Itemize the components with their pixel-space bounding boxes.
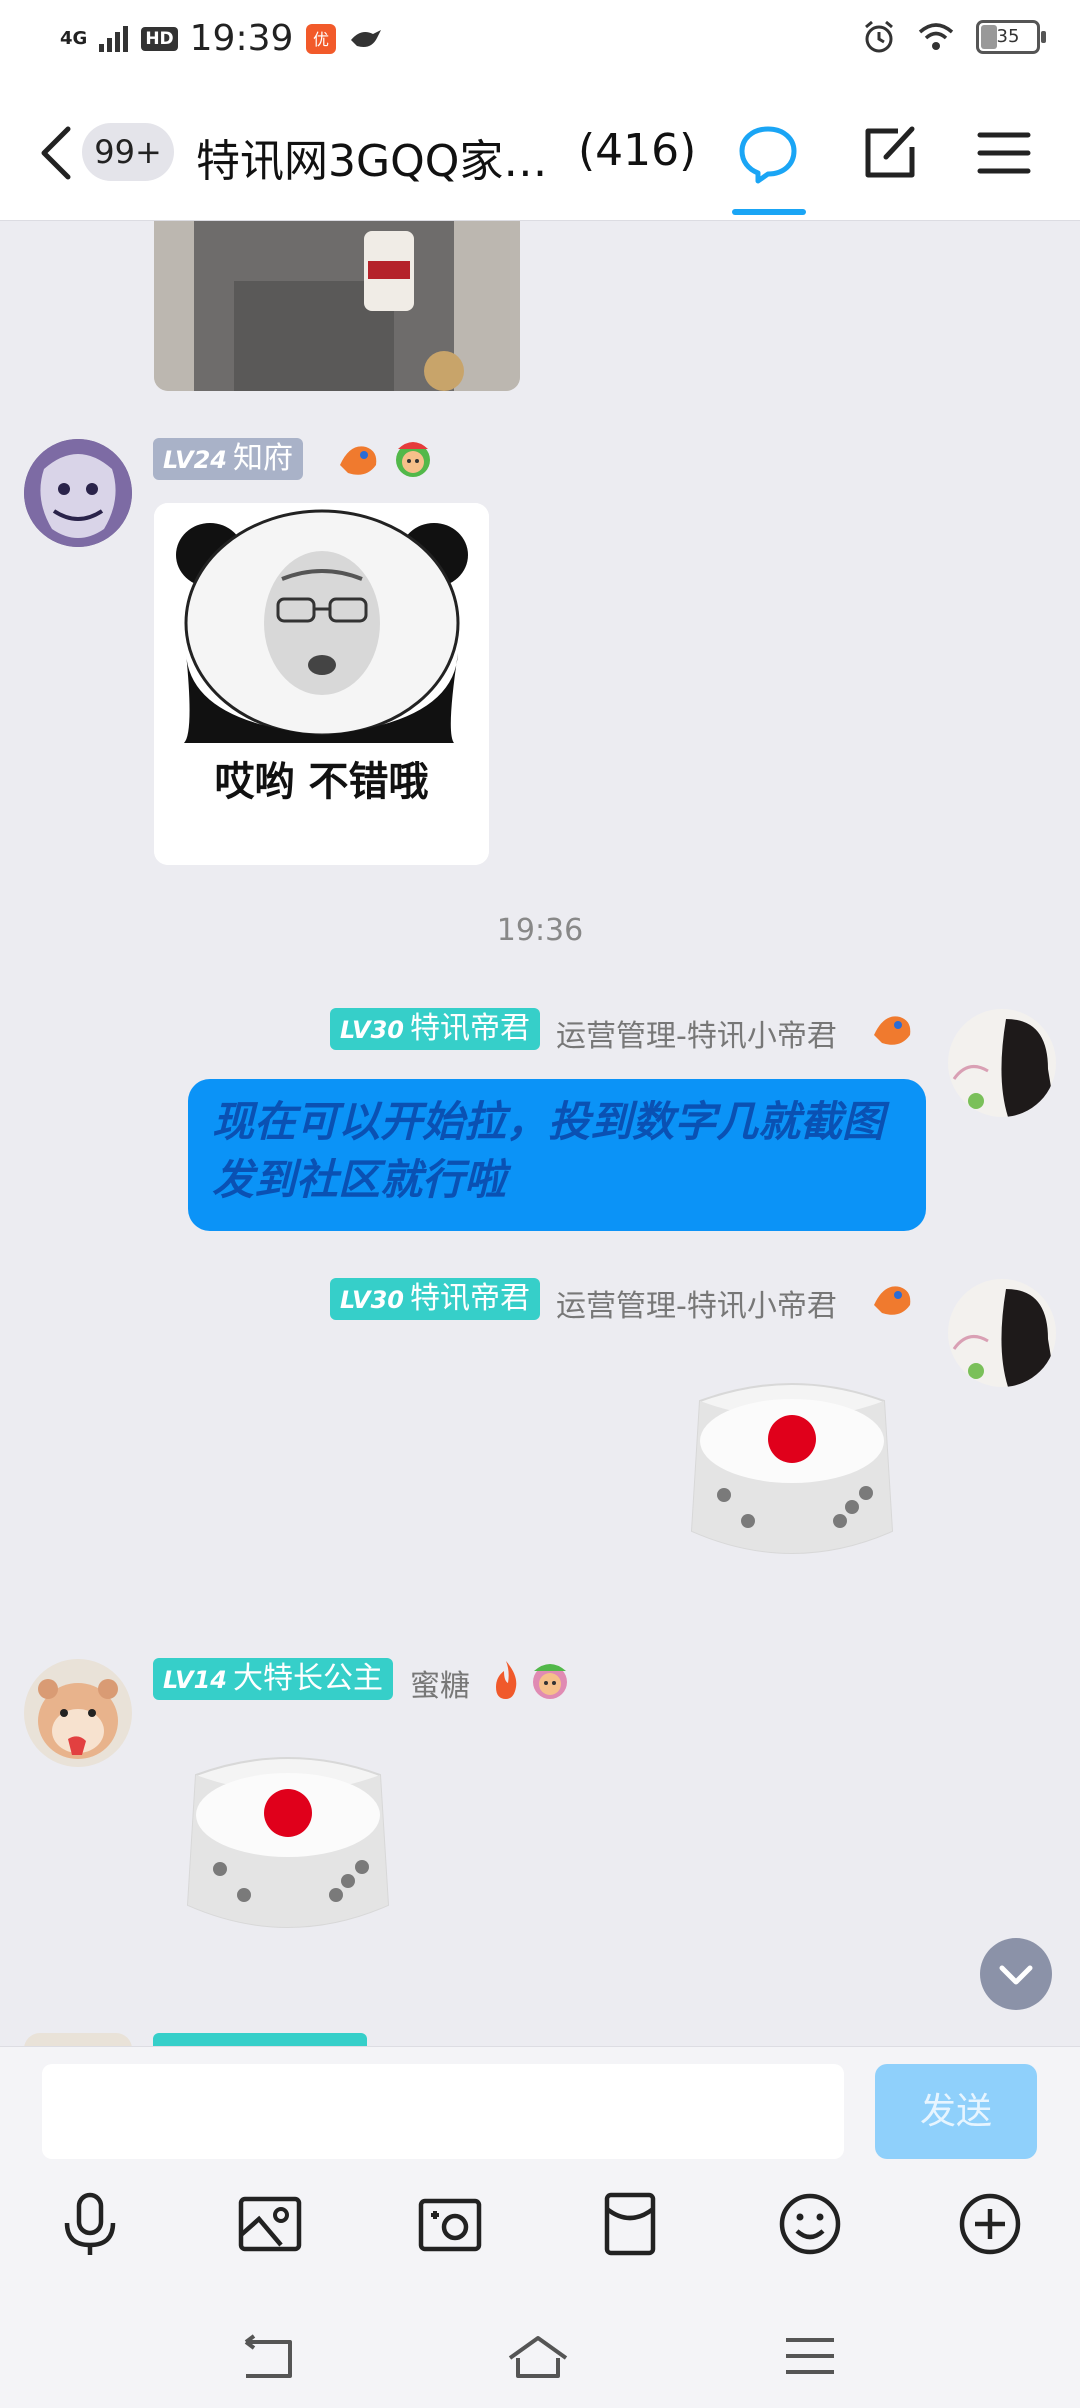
member-level-badge: LV30 特讯帝君: [330, 1278, 540, 1320]
status-time: 19:39: [189, 18, 294, 59]
sender-name[interactable]: 运营管理-特讯小帝君: [556, 1011, 837, 1055]
level-text: LV30: [340, 1286, 404, 1314]
emoji-icon[interactable]: [775, 2189, 845, 2259]
fire-icon: [496, 1661, 517, 1699]
hamster-avatar-image: [24, 1659, 132, 1767]
dragon-badge-icon: [874, 1286, 911, 1315]
app-notification-icon: 优: [306, 23, 337, 54]
plus-icon[interactable]: [955, 2189, 1025, 2259]
face-badge-icon: [533, 1664, 567, 1699]
edit-note-icon[interactable]: [858, 121, 922, 185]
message-list[interactable]: LV24 知府 哎哟 不错哦 19:36 LV30 特讯帝君 运营管理-特讯小帝君: [0, 221, 1080, 2046]
level-text: LV14: [163, 1666, 227, 1694]
sticker-caption: 哎哟 不错哦: [214, 759, 429, 805]
chat-bubble-icon[interactable]: [736, 121, 800, 185]
menu-icon[interactable]: [972, 121, 1036, 185]
svg-text:优: 优: [313, 30, 329, 49]
send-button[interactable]: 发送: [875, 2064, 1037, 2159]
message-text: 现在可以开始拉，投到数字几就截图发到社区就行啦: [212, 1097, 885, 1204]
sender-name[interactable]: 蜜糖: [410, 1661, 470, 1705]
sticker-message[interactable]: 哎哟 不错哦: [154, 503, 489, 865]
network-type: 4G: [60, 27, 88, 49]
user-avatar-image: [948, 1009, 1056, 1117]
avatar[interactable]: [948, 1009, 1056, 1117]
status-right: 35: [862, 20, 1046, 54]
avatar[interactable]: [24, 439, 132, 547]
unread-count-badge[interactable]: 99+: [82, 123, 174, 181]
alarm-icon: [865, 20, 893, 53]
hd-badge: HD: [141, 26, 178, 51]
image-icon[interactable]: [235, 2189, 305, 2259]
status-left: 4G HD 19:39 优: [60, 18, 383, 59]
member-count[interactable]: (416): [578, 125, 696, 176]
avatar[interactable]: [948, 1279, 1056, 1387]
camera-icon[interactable]: [415, 2189, 485, 2259]
chevron-down-icon: [999, 1965, 1033, 1985]
level-title: 大特长公主: [232, 1661, 383, 1696]
bird-icon: [351, 29, 382, 47]
photo-thumbnail: [154, 221, 520, 391]
dice-icon[interactable]: [680, 1361, 904, 1585]
level-title: 知府: [232, 441, 293, 476]
chat-header: 99+ 特讯网3GQQ家… (416): [0, 85, 1080, 221]
battery-icon: 35: [976, 20, 1046, 54]
dice-icon[interactable]: [176, 1735, 400, 1959]
level-title: 特讯帝君: [409, 1011, 530, 1046]
message-input[interactable]: [42, 2064, 844, 2159]
member-level-badge: LV14 大特长公主: [153, 1658, 393, 1700]
level-text: LV24: [163, 446, 227, 474]
group-title[interactable]: 特讯网3GQQ家…: [196, 125, 547, 189]
microphone-icon[interactable]: [55, 2189, 125, 2259]
home-nav-icon[interactable]: [506, 2328, 570, 2384]
status-bar: 4G HD 19:39 优 35: [0, 0, 1080, 85]
composer: 发送: [0, 2046, 1080, 2307]
dragon-badge-icon: [874, 1016, 911, 1045]
sender-name[interactable]: 运营管理-特讯小帝君: [556, 1281, 837, 1325]
user-avatar-image: [948, 1279, 1056, 1387]
recent-apps-nav-icon[interactable]: [778, 2328, 842, 2384]
avatar[interactable]: [24, 1659, 132, 1767]
level-title: 特讯帝君: [409, 1281, 530, 1316]
previous-image-message[interactable]: [154, 221, 520, 391]
text-message-bubble[interactable]: 现在可以开始拉，投到数字几就截图发到社区就行啦: [188, 1079, 926, 1231]
wifi-icon: [918, 23, 954, 50]
member-level-badge: LV30 特讯帝君: [330, 1008, 540, 1050]
level-text: LV30: [340, 1016, 404, 1044]
face-badge-icon: [396, 442, 430, 477]
member-level-badge: LV24 知府: [153, 438, 303, 480]
next-message-avatar: [24, 2033, 132, 2046]
message-timestamp: 19:36: [496, 913, 584, 948]
next-message-level-badge: [153, 2033, 367, 2046]
scroll-to-bottom-button[interactable]: [980, 1938, 1052, 2010]
system-navigation-bar: [0, 2306, 1080, 2408]
active-tab-indicator: [732, 209, 806, 215]
battery-level: 35: [996, 26, 1020, 47]
signal-icon: [99, 25, 129, 52]
tiger-avatar-image: [24, 439, 132, 547]
dragon-badge-icon: [340, 446, 377, 475]
panda-meme-sticker: [154, 503, 489, 865]
red-packet-icon[interactable]: [595, 2189, 665, 2259]
back-nav-icon[interactable]: [236, 2328, 300, 2384]
back-arrow-icon[interactable]: [36, 125, 76, 181]
